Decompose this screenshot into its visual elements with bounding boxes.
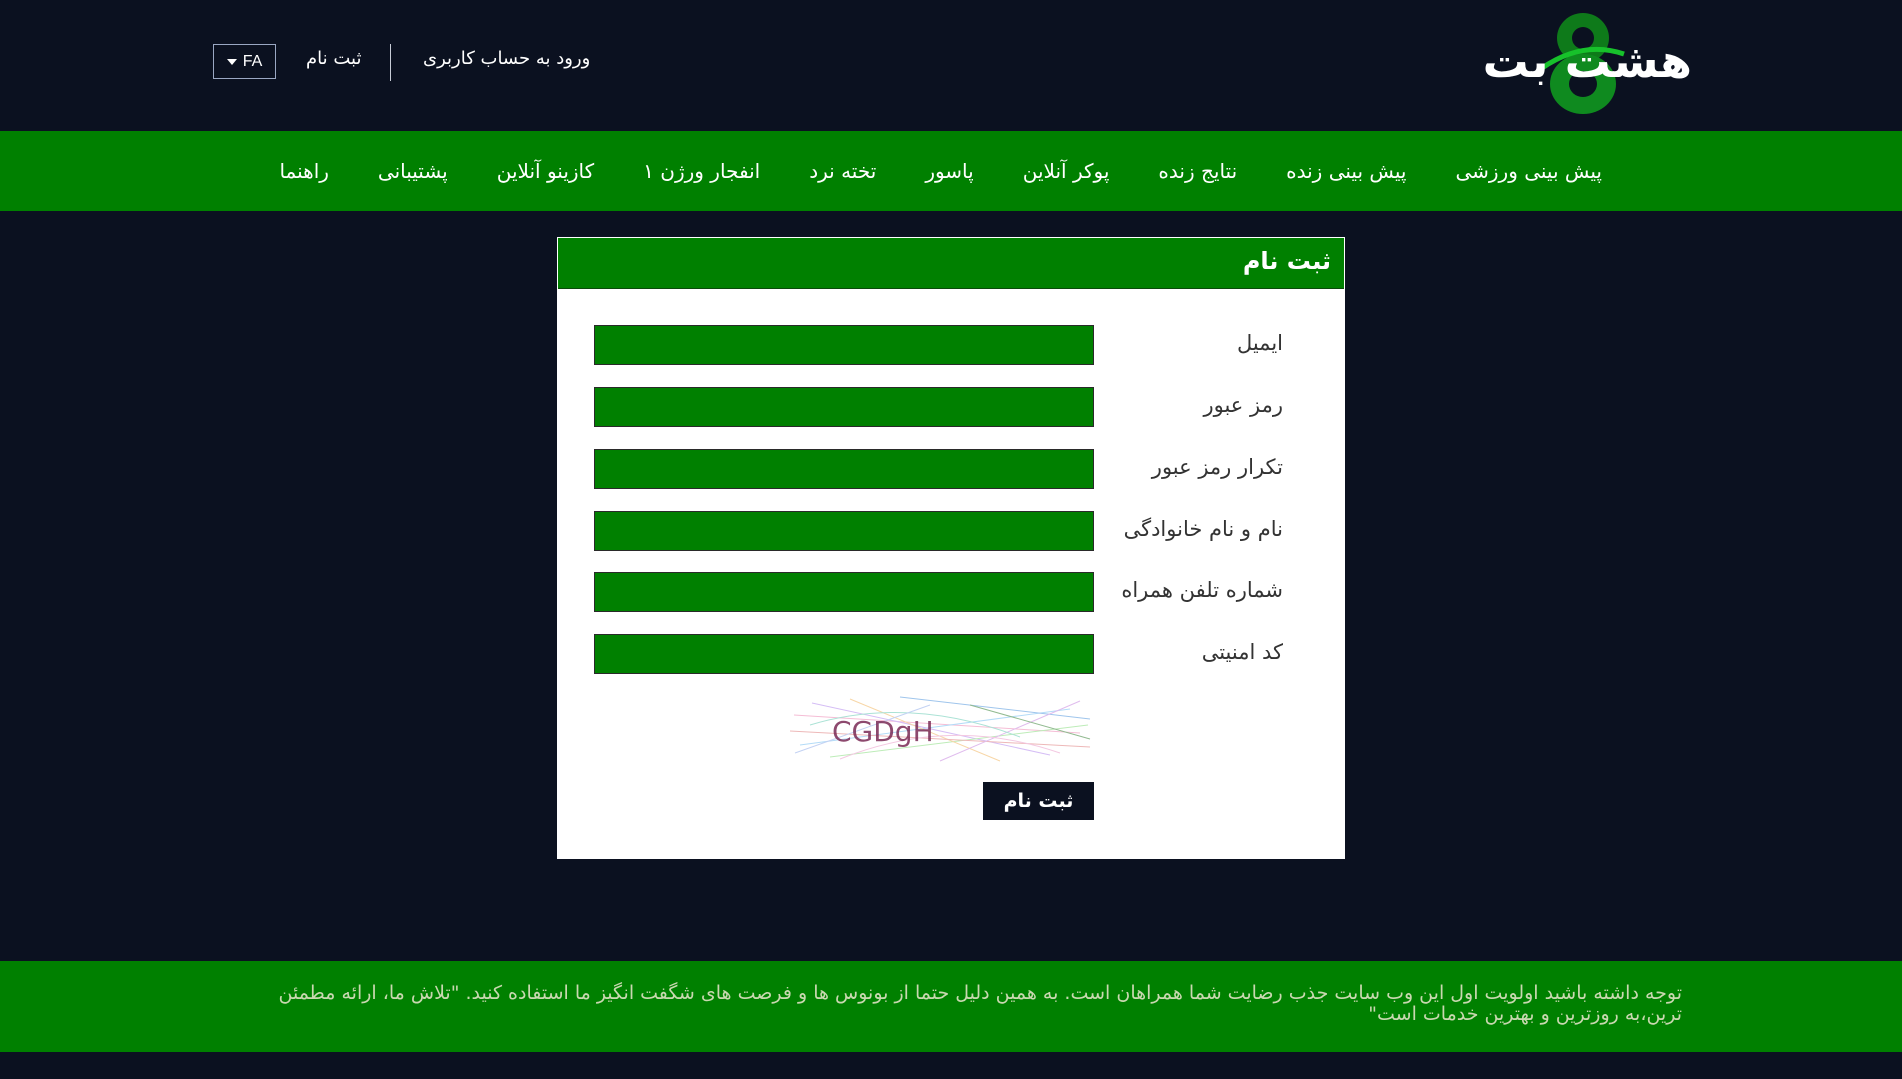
phone-label: شماره تلفن همراه xyxy=(1121,578,1283,602)
email-row: ایمیل xyxy=(557,325,1345,367)
site-logo[interactable]: هشت بت xyxy=(1468,10,1693,114)
register-submit-button[interactable]: ثبت نام xyxy=(983,782,1094,820)
full-name-field[interactable] xyxy=(594,511,1094,551)
nav-item-live-results[interactable]: نتایج زنده xyxy=(1158,159,1237,183)
login-link[interactable]: ورود به حساب کاربری xyxy=(423,48,590,69)
caret-down-icon xyxy=(226,58,237,65)
register-card: ثبت نام ایمیل رمز عبور تکرار رمز عبور نا… xyxy=(557,237,1345,859)
nav-item-sports-betting[interactable]: پیش بینی ورزشی xyxy=(1455,159,1602,183)
captcha-text: CGDgH xyxy=(832,715,934,748)
nav-item-pasur[interactable]: پاسور xyxy=(925,159,973,183)
top-header: هشت بت FA ثبت نام ورود به حساب کاربری xyxy=(0,0,1902,131)
logo-text: هشت بت xyxy=(1482,34,1693,88)
nav-item-crash-v1[interactable]: انفجار ورژن ۱ xyxy=(643,159,760,183)
main-nav: پیش بینی ورزشی پیش بینی زنده نتایج زنده … xyxy=(0,131,1902,211)
nav-item-online-poker[interactable]: پوکر آنلاین xyxy=(1023,159,1110,183)
nav-item-online-casino[interactable]: کازینو آنلاین xyxy=(497,159,594,183)
phone-field[interactable] xyxy=(594,572,1094,612)
security-code-field[interactable] xyxy=(594,634,1094,674)
phone-row: شماره تلفن همراه xyxy=(557,572,1345,614)
password-row: رمز عبور xyxy=(557,387,1345,429)
security-code-label: کد امنیتی xyxy=(1201,640,1283,664)
register-card-header: ثبت نام xyxy=(558,238,1344,289)
full-name-row: نام و نام خانوادگی xyxy=(557,511,1345,553)
nav-item-backgammon[interactable]: تخته نرد xyxy=(809,159,876,183)
header-divider xyxy=(390,44,391,81)
password-field[interactable] xyxy=(594,387,1094,427)
email-label: ایمیل xyxy=(1236,331,1283,355)
notice-banner: توجه داشته باشید اولویت اول این وب سایت … xyxy=(0,961,1902,1052)
register-title: ثبت نام xyxy=(1242,247,1331,275)
nav-item-help[interactable]: راهنما xyxy=(279,159,328,183)
email-field[interactable] xyxy=(594,325,1094,365)
password-label: رمز عبور xyxy=(1203,393,1283,417)
confirm-password-field[interactable] xyxy=(594,449,1094,489)
language-selector[interactable]: FA xyxy=(213,44,276,79)
nav-item-support[interactable]: پشتیبانی xyxy=(378,159,448,183)
language-label: FA xyxy=(242,52,263,70)
nav-item-live-betting[interactable]: پیش بینی زنده xyxy=(1286,159,1406,183)
confirm-password-row: تکرار رمز عبور xyxy=(557,449,1345,491)
register-link[interactable]: ثبت نام xyxy=(306,48,361,69)
full-name-label: نام و نام خانوادگی xyxy=(1123,517,1283,541)
confirm-password-label: تکرار رمز عبور xyxy=(1151,455,1283,479)
nav-list: پیش بینی ورزشی پیش بینی زنده نتایج زنده … xyxy=(279,131,1602,211)
security-code-row: کد امنیتی xyxy=(557,634,1345,676)
notice-text: توجه داشته باشید اولویت اول این وب سایت … xyxy=(278,982,1683,1025)
captcha-image: CGDgH xyxy=(790,695,1092,763)
